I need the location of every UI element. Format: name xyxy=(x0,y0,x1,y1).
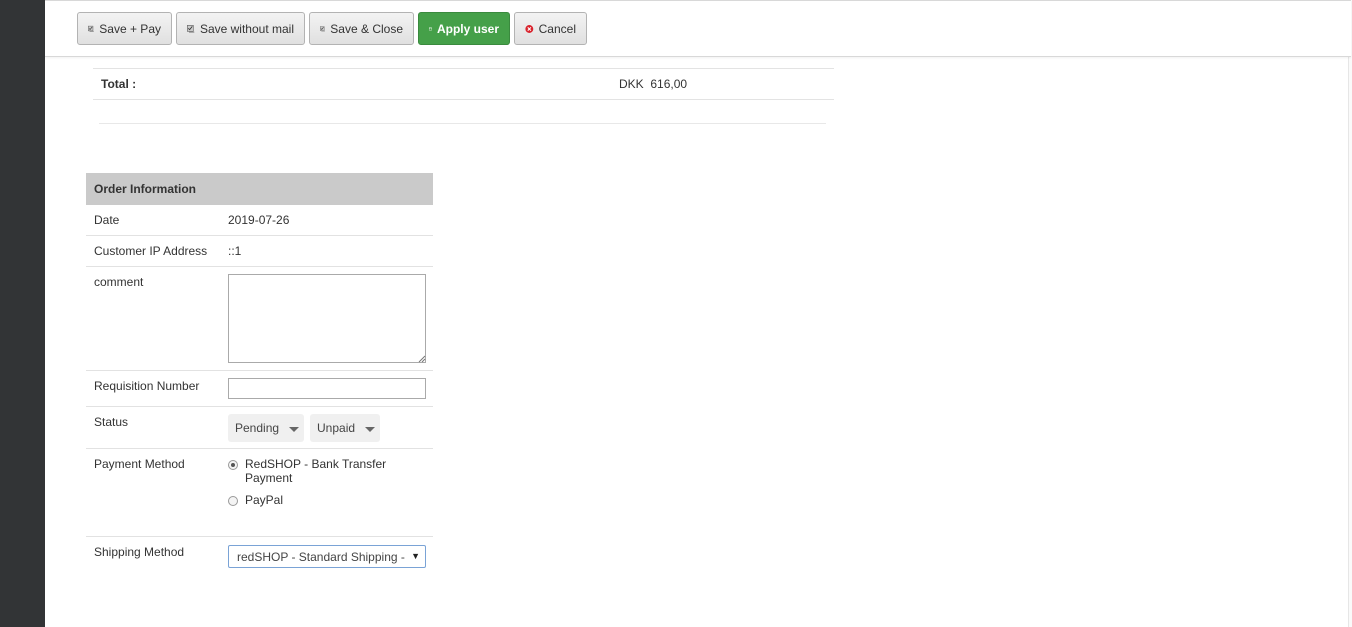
save-without-mail-button[interactable]: Save without mail xyxy=(176,12,305,45)
save-icon xyxy=(187,24,195,33)
totals-table: Total : DKK 616,00 xyxy=(93,68,834,124)
save-pay-button[interactable]: Save + Pay xyxy=(77,12,172,45)
payment-option-bank-transfer-label: RedSHOP - Bank Transfer Payment xyxy=(245,457,387,485)
status-row: Status Pending Unpaid xyxy=(86,407,433,449)
apply-user-label: Apply user xyxy=(436,21,499,36)
save-close-button[interactable]: Save & Close xyxy=(309,12,414,45)
toolbar: Save + Pay Save without mail Save & Clos… xyxy=(45,0,1351,57)
save-without-mail-label: Save without mail xyxy=(199,21,294,36)
resize-handle-icon[interactable] xyxy=(418,355,426,363)
save-pay-label: Save + Pay xyxy=(99,21,161,36)
order-information-title: Order Information xyxy=(86,173,433,205)
save-close-label: Save & Close xyxy=(330,21,403,36)
payment-method-label: Payment Method xyxy=(94,457,185,471)
shipping-method-value: redSHOP - Standard Shipping - D xyxy=(237,550,405,564)
ip-label: Customer IP Address xyxy=(94,244,208,258)
requisition-label: Requisition Number xyxy=(94,379,200,393)
divider xyxy=(99,123,826,124)
ip-row: Customer IP Address ::1 xyxy=(86,236,433,267)
apply-user-button[interactable]: Apply user xyxy=(418,12,510,45)
floppy-icon xyxy=(429,27,432,30)
cancel-circle-icon xyxy=(525,24,534,33)
date-row: Date 2019-07-26 xyxy=(86,205,433,236)
order-status-select[interactable]: Pending xyxy=(228,414,304,442)
save-icon xyxy=(88,25,94,32)
date-label: Date xyxy=(94,213,120,227)
chevron-down-icon xyxy=(365,426,376,432)
total-row: Total : DKK 616,00 xyxy=(93,68,834,100)
comment-row: comment xyxy=(86,267,433,371)
chevron-down-icon xyxy=(289,426,300,432)
payment-status-value: Unpaid xyxy=(317,421,356,435)
order-information-panel: Order Information Date 2019-07-26 Custom… xyxy=(86,173,433,577)
payment-option-paypal-label: PayPal xyxy=(245,493,284,507)
requisition-number-input[interactable] xyxy=(228,378,426,399)
order-status-value: Pending xyxy=(235,421,280,435)
payment-status-select[interactable]: Unpaid xyxy=(310,414,380,442)
comment-textarea[interactable] xyxy=(228,274,426,363)
payment-radio-paypal[interactable] xyxy=(228,496,238,506)
left-sidebar xyxy=(0,0,45,627)
payment-method-row: Payment Method RedSHOP - Bank Transfer P… xyxy=(86,449,433,537)
requisition-row: Requisition Number xyxy=(86,371,433,407)
shipping-method-label: Shipping Method xyxy=(94,545,185,559)
total-value: DKK 616,00 xyxy=(619,77,688,91)
payment-radio-bank-transfer[interactable] xyxy=(228,460,238,470)
save-icon xyxy=(320,25,325,31)
comment-label: comment xyxy=(94,275,144,289)
shipping-method-select[interactable]: redSHOP - Standard Shipping - D ▼ xyxy=(228,545,426,568)
shipping-method-row: Shipping Method redSHOP - Standard Shipp… xyxy=(86,537,433,577)
dropdown-arrow-icon: ▼ xyxy=(411,551,420,561)
status-label: Status xyxy=(94,415,129,429)
date-value: 2019-07-26 xyxy=(228,213,290,227)
cancel-label: Cancel xyxy=(538,21,576,36)
ip-value: ::1 xyxy=(228,244,242,258)
total-label: Total : xyxy=(101,77,137,91)
scrollbar-edge xyxy=(1348,0,1352,627)
cancel-button[interactable]: Cancel xyxy=(514,12,587,45)
